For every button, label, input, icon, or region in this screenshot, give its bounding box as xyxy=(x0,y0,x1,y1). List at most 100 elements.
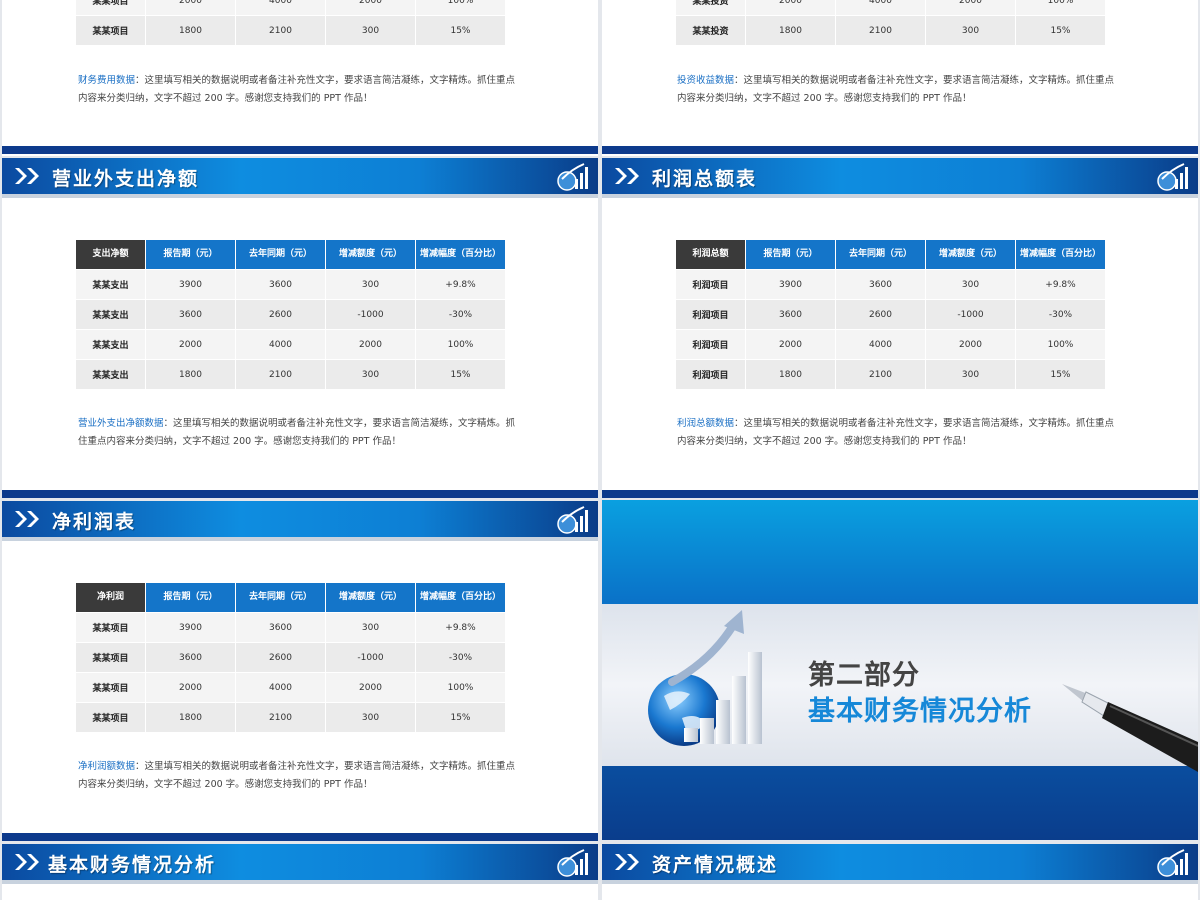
value-cell: 2100 xyxy=(236,703,325,732)
globe-chart-icon xyxy=(1157,849,1188,877)
table-row: 利润项目 3900 3600 300 +9.8% xyxy=(676,270,1105,299)
value-cell: 2600 xyxy=(236,300,325,329)
value-cell: -1000 xyxy=(326,300,415,329)
header-cell: 增减幅度（百分比） xyxy=(1016,240,1105,269)
row-label-cell: 某某支出 xyxy=(76,330,145,359)
description: 利润总额数据：这里填写相关的数据说明或者备注补充性文字，要求语言简洁凝练，文字精… xyxy=(677,415,1147,451)
value-cell: 15% xyxy=(416,703,505,732)
table-row: 某某支出 3900 3600 300 +9.8% xyxy=(76,270,505,299)
value-cell: 15% xyxy=(416,360,505,389)
row-label-cell: 某某投资 xyxy=(676,0,745,15)
globe-bar-chart-illustration xyxy=(648,610,762,746)
description-lead: 营业外支出净额数据 xyxy=(78,418,164,429)
value-cell: 2100 xyxy=(236,360,325,389)
header-cell: 增减额度（元） xyxy=(326,240,415,269)
value-cell: 15% xyxy=(1016,16,1105,45)
value-cell: 1800 xyxy=(146,16,235,45)
slide-title: 利润总额表 xyxy=(652,168,758,190)
value-cell: 4000 xyxy=(836,0,925,15)
value-cell: 4000 xyxy=(236,0,325,15)
table-row: 某某项目 3900 3600 300 +9.8% xyxy=(76,613,505,642)
slide-title: 资产情况概述 xyxy=(652,854,779,876)
value-cell: 100% xyxy=(1016,0,1105,15)
header-cell: 利润总额 xyxy=(676,240,745,269)
row-label-cell: 某某项目 xyxy=(76,16,145,45)
slide-bottom-bar xyxy=(602,490,1198,498)
description-text: ：这里填写相关的数据说明或者备注补充性文字，要求语言简洁凝练，文字精炼。抓住重点 xyxy=(135,761,516,772)
value-cell: 3600 xyxy=(236,270,325,299)
value-cell: 3600 xyxy=(746,300,835,329)
value-cell: -1000 xyxy=(326,643,415,672)
value-cell: 300 xyxy=(926,360,1015,389)
row-label-cell: 某某支出 xyxy=(76,300,145,329)
title-underline xyxy=(602,194,1198,198)
header-cell: 报告期（元） xyxy=(146,583,235,612)
header-cell: 报告期（元） xyxy=(746,240,835,269)
slide-financial-expense: 某某项目 2000 4000 2000 100% 某某项目 1800 2100 300 15% 财… xyxy=(2,0,598,156)
value-cell: 300 xyxy=(326,16,415,45)
value-cell: +9.8% xyxy=(1016,270,1105,299)
value-cell: -30% xyxy=(416,300,505,329)
header-cell: 增减额度（元） xyxy=(326,583,415,612)
data-table: 利润总额 报告期（元） 去年同期（元） 增减额度（元） 增减幅度（百分比） 利润… xyxy=(675,239,1106,390)
value-cell: 300 xyxy=(926,16,1015,45)
value-cell: 3900 xyxy=(746,270,835,299)
row-label-cell: 某某项目 xyxy=(76,643,145,672)
data-table: 支出净额 报告期（元） 去年同期（元） 增减额度（元） 增减幅度（百分比） 某某… xyxy=(75,239,506,390)
table-row: 某某投资 1800 2100 300 15% xyxy=(676,16,1105,45)
value-cell: 300 xyxy=(326,270,415,299)
globe-chart-icon xyxy=(1157,163,1188,191)
value-cell: -1000 xyxy=(926,300,1015,329)
description: 投资收益数据：这里填写相关的数据说明或者备注补充性文字，要求语言简洁凝练，文字精… xyxy=(677,72,1147,108)
header-cell: 去年同期（元） xyxy=(836,240,925,269)
row-label-cell: 利润项目 xyxy=(676,300,745,329)
value-cell: 4000 xyxy=(236,673,325,702)
value-cell: 3900 xyxy=(146,270,235,299)
value-cell: 15% xyxy=(1016,360,1105,389)
description-text-2: 内容来分类归纳，文字不超过 200 字。感谢您支持我们的 PPT 作品！ xyxy=(677,436,972,447)
row-label-cell: 某某投资 xyxy=(676,16,745,45)
slide-title-bar: 营业外支出净额 xyxy=(2,158,598,198)
row-label-cell: 某某支出 xyxy=(76,360,145,389)
value-cell: 15% xyxy=(416,16,505,45)
slide-title: 净利润表 xyxy=(52,511,137,533)
value-cell: +9.8% xyxy=(416,270,505,299)
table-row: 某某投资 2000 4000 2000 100% xyxy=(676,0,1105,15)
fountain-pen-illustration xyxy=(1062,684,1198,772)
value-cell: 100% xyxy=(416,673,505,702)
description-text: ：这里填写相关的数据说明或者备注补充性文字，要求语言简洁凝练，文字精炼。抓住重点 xyxy=(135,75,516,86)
value-cell: 4000 xyxy=(236,330,325,359)
table-row: 某某项目 2000 4000 2000 100% xyxy=(76,0,505,15)
section-subtitle: 基本财务情况分析 xyxy=(808,696,1032,727)
value-cell: +9.8% xyxy=(416,613,505,642)
description-text: ：这里填写相关的数据说明或者备注补充性文字，要求语言简洁凝练，文字精炼。抓 xyxy=(163,418,516,429)
table-row: 某某项目 3600 2600 -1000 -30% xyxy=(76,643,505,672)
value-cell: 2100 xyxy=(236,16,325,45)
slide-basic-financial-analysis: 基本财务情况分析 xyxy=(2,844,598,900)
title-underline xyxy=(2,880,598,884)
table-row: 某某项目 2000 4000 2000 100% xyxy=(76,673,505,702)
slide-bottom-bar xyxy=(2,833,598,841)
value-cell: 2000 xyxy=(146,673,235,702)
header-cell: 增减额度（元） xyxy=(926,240,1015,269)
slide-bottom-bar xyxy=(602,146,1198,154)
description: 财务费用数据：这里填写相关的数据说明或者备注补充性文字，要求语言简洁凝练，文字精… xyxy=(78,72,548,108)
description-lead: 净利润额数据 xyxy=(78,761,136,772)
description-text-2: 内容来分类归纳，文字不超过 200 字。感谢您支持我们的 PPT 作品！ xyxy=(677,93,972,104)
title-underline xyxy=(2,194,598,198)
value-cell: 2000 xyxy=(146,330,235,359)
header-cell: 增减幅度（百分比） xyxy=(416,583,505,612)
description: 净利润额数据：这里填写相关的数据说明或者备注补充性文字，要求语言简洁凝练，文字精… xyxy=(78,758,548,794)
table-row: 某某项目 1800 2100 300 15% xyxy=(76,703,505,732)
title-underline xyxy=(602,880,1198,884)
table-row: 利润项目 3600 2600 -1000 -30% xyxy=(676,300,1105,329)
value-cell: 100% xyxy=(416,0,505,15)
description-text: ：这里填写相关的数据说明或者备注补充性文字，要求语言简洁凝练，文字精炼。抓住重点 xyxy=(734,418,1115,429)
value-cell: 3600 xyxy=(146,300,235,329)
value-cell: 1800 xyxy=(146,360,235,389)
header-cell: 去年同期（元） xyxy=(236,583,325,612)
value-cell: 3600 xyxy=(146,643,235,672)
globe-chart-icon xyxy=(557,163,588,191)
table-row: 某某支出 2000 4000 2000 100% xyxy=(76,330,505,359)
value-cell: -30% xyxy=(416,643,505,672)
